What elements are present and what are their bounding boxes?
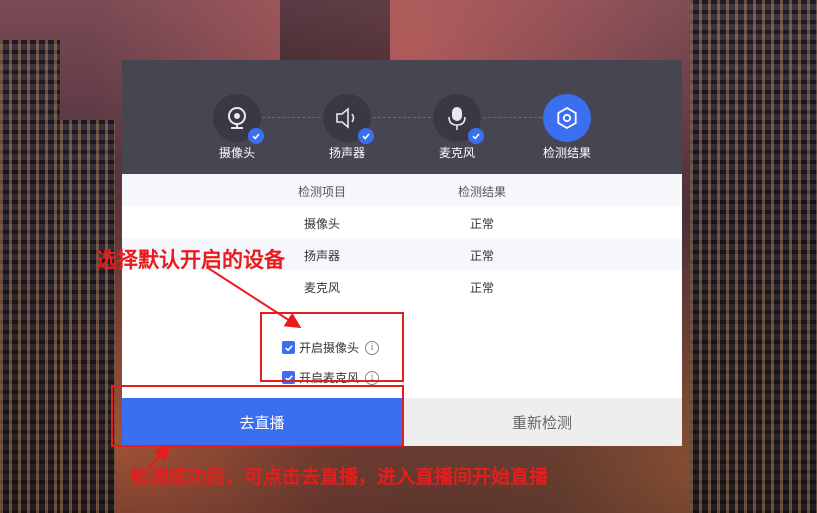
- annotation-arrows: [147, 267, 302, 469]
- annotation-arrow: [207, 267, 302, 329]
- annotation-arrow: [147, 445, 171, 469]
